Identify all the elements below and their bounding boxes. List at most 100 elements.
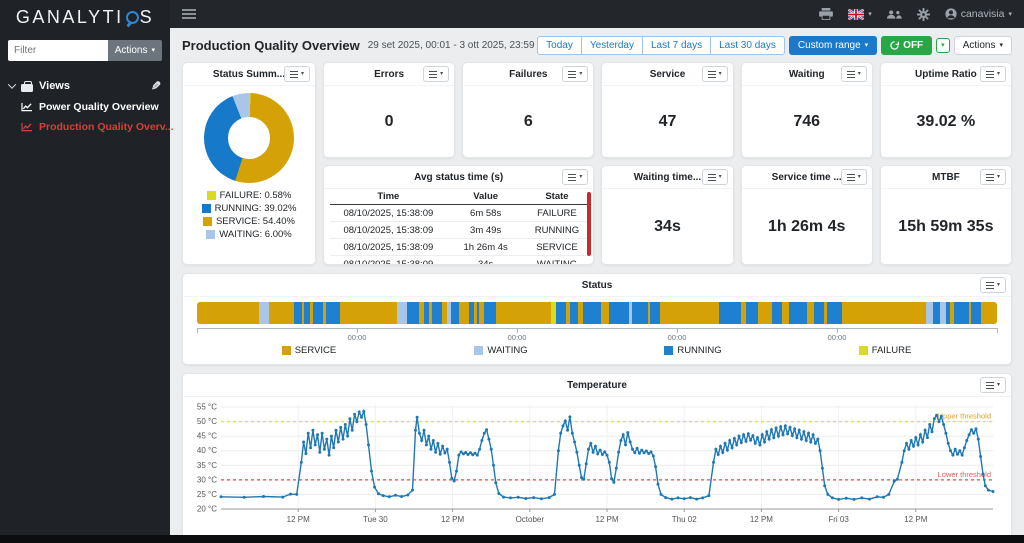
card-title: MTBF: [932, 172, 960, 183]
bottom-strip: [0, 535, 1024, 543]
card-menu-button[interactable]: ▾: [841, 169, 867, 185]
card-title: Status Summ...: [213, 69, 285, 80]
cell-value: 34s: [447, 256, 525, 266]
filter-input[interactable]: [8, 40, 108, 61]
axis-line: [197, 328, 997, 329]
sidebar-item-power-quality-overview[interactable]: Power Quality Overview: [21, 101, 161, 113]
legend-label: WAITING: 6.00%: [219, 229, 292, 240]
legend-swatch: [203, 217, 212, 226]
card-title: Uptime Ratio: [915, 69, 977, 80]
svg-text:12 PM: 12 PM: [287, 515, 310, 524]
temperature-card: Temperature▾ 20 °C25 °C30 °C35 °C40 °C45…: [182, 373, 1012, 543]
users-button[interactable]: [887, 9, 902, 20]
card-menu-button[interactable]: ▾: [980, 169, 1006, 185]
legend-swatch: [664, 346, 673, 355]
yesterday-button[interactable]: Yesterday: [581, 36, 643, 55]
kpi-value: 0: [324, 86, 454, 157]
today-button[interactable]: Today: [537, 36, 582, 55]
table-row[interactable]: 08/10/2025, 15:38:093m 49sRUNNING: [330, 222, 589, 239]
legend-item: WAITING: [474, 345, 527, 356]
card-menu-button[interactable]: ▾: [841, 66, 867, 82]
service-time-card: Service time ...▾ 1h 26m 4s: [741, 165, 873, 265]
table-row[interactable]: 08/10/2025, 15:38:0934sWAITING: [330, 256, 589, 266]
temperature-chart[interactable]: 20 °C25 °C30 °C35 °C40 °C45 °C50 °C55 °C…: [185, 397, 1009, 543]
hamburger-icon: [568, 174, 576, 181]
card-menu-button[interactable]: ▾: [562, 169, 588, 185]
avg-status-time-table: Time Value State 08/10/2025, 15:38:096m …: [330, 189, 589, 265]
custom-range-button[interactable]: Custom range▾: [789, 36, 877, 55]
svg-text:Tue 30: Tue 30: [363, 515, 388, 524]
cell-state: WAITING: [525, 256, 590, 266]
chevron-down-icon: ▾: [868, 11, 872, 18]
custom-range-label: Custom range: [798, 40, 861, 51]
status-legend: SERVICE WAITING RUNNING FAILURE: [183, 343, 1011, 362]
svg-text:Upper threshold: Upper threshold: [938, 412, 991, 421]
logo-text-post: S: [140, 7, 155, 28]
hamburger-icon: [847, 71, 855, 78]
uk-flag-icon: [848, 9, 864, 20]
svg-text:35 °C: 35 °C: [197, 461, 217, 470]
card-menu-button[interactable]: ▾: [284, 66, 310, 82]
page-actions-button[interactable]: Actions▾: [954, 36, 1012, 55]
menu-hamburger-icon[interactable]: [182, 9, 196, 19]
page-title: Production Quality Overview: [182, 38, 360, 53]
logo-text-pre: GANALYTI: [16, 7, 124, 28]
auto-refresh-toggle[interactable]: OFF: [881, 36, 932, 55]
sidebar-actions-label: Actions: [115, 45, 148, 56]
cell-state: SERVICE: [525, 239, 590, 256]
refresh-icon: [890, 41, 899, 50]
svg-text:Fri 03: Fri 03: [828, 515, 849, 524]
card-menu-button[interactable]: ▾: [423, 66, 449, 82]
kpi-value: 34s: [602, 189, 732, 264]
column-header: Time: [330, 189, 447, 205]
hamburger-icon: [986, 282, 994, 289]
sidebar-item-production-quality-overview[interactable]: Production Quality Overv...: [21, 121, 161, 133]
magnifier-icon: [126, 11, 139, 24]
last-30-days-button[interactable]: Last 30 days: [710, 36, 785, 55]
printer-icon: [819, 8, 833, 20]
card-menu-button[interactable]: ▾: [702, 169, 728, 185]
cell-value: 6m 58s: [447, 205, 525, 222]
cell-state: RUNNING: [525, 222, 590, 239]
user-menu[interactable]: canavisia ▾: [945, 8, 1012, 20]
kpi-value: 47: [602, 86, 732, 157]
refresh-interval-caret-button[interactable]: ▾: [936, 38, 950, 53]
table-scrollbar[interactable]: [587, 192, 591, 256]
views-tree-header[interactable]: Views ✎: [9, 79, 161, 93]
legend-label: FAILURE: 0.58%: [220, 190, 292, 201]
print-button[interactable]: [819, 8, 833, 20]
date-range-label: 29 set 2025, 00:01 - 3 ott 2025, 23:59: [368, 40, 535, 51]
edit-pencil-icon[interactable]: ✎: [151, 79, 161, 93]
card-title: Waiting time...: [634, 172, 701, 183]
chevron-down-icon: ▾: [858, 174, 861, 180]
card-title: Avg status time (s): [414, 172, 503, 183]
table-row[interactable]: 08/10/2025, 15:38:091h 26m 4sSERVICE: [330, 239, 589, 256]
card-menu-button[interactable]: ▾: [980, 277, 1006, 293]
chevron-down-icon: ▾: [941, 42, 945, 49]
card-menu-button[interactable]: ▾: [702, 66, 728, 82]
last-7-days-button[interactable]: Last 7 days: [642, 36, 711, 55]
kpi-value: 39.02 %: [881, 86, 1011, 157]
cell-value: 1h 26m 4s: [447, 239, 525, 256]
cell-time: 08/10/2025, 15:38:09: [330, 239, 447, 256]
card-menu-button[interactable]: ▾: [980, 66, 1006, 82]
status-timeline[interactable]: [197, 302, 997, 324]
card-title: Waiting: [789, 69, 825, 80]
svg-text:12 PM: 12 PM: [750, 515, 773, 524]
table-row[interactable]: 08/10/2025, 15:38:096m 58sFAILURE: [330, 205, 589, 222]
legend-label: RUNNING: [677, 345, 721, 356]
legend-label: SERVICE: [295, 345, 337, 356]
failures-card: Failures▾ 6: [462, 62, 594, 158]
legend-item: WAITING: 6.00%: [206, 229, 292, 240]
legend-item: FAILURE: 0.58%: [207, 190, 292, 201]
language-selector[interactable]: ▾: [848, 9, 872, 20]
chevron-down-icon: ▾: [719, 174, 722, 180]
line-chart-icon: [21, 122, 33, 132]
card-menu-button[interactable]: ▾: [980, 377, 1006, 393]
settings-button[interactable]: [917, 8, 930, 21]
svg-text:40 °C: 40 °C: [197, 446, 217, 455]
sidebar-actions-button[interactable]: Actions▾: [108, 40, 162, 61]
chevron-down-icon: ▾: [997, 382, 1000, 388]
chevron-down-icon: ▾: [579, 71, 582, 77]
card-menu-button[interactable]: ▾: [562, 66, 588, 82]
